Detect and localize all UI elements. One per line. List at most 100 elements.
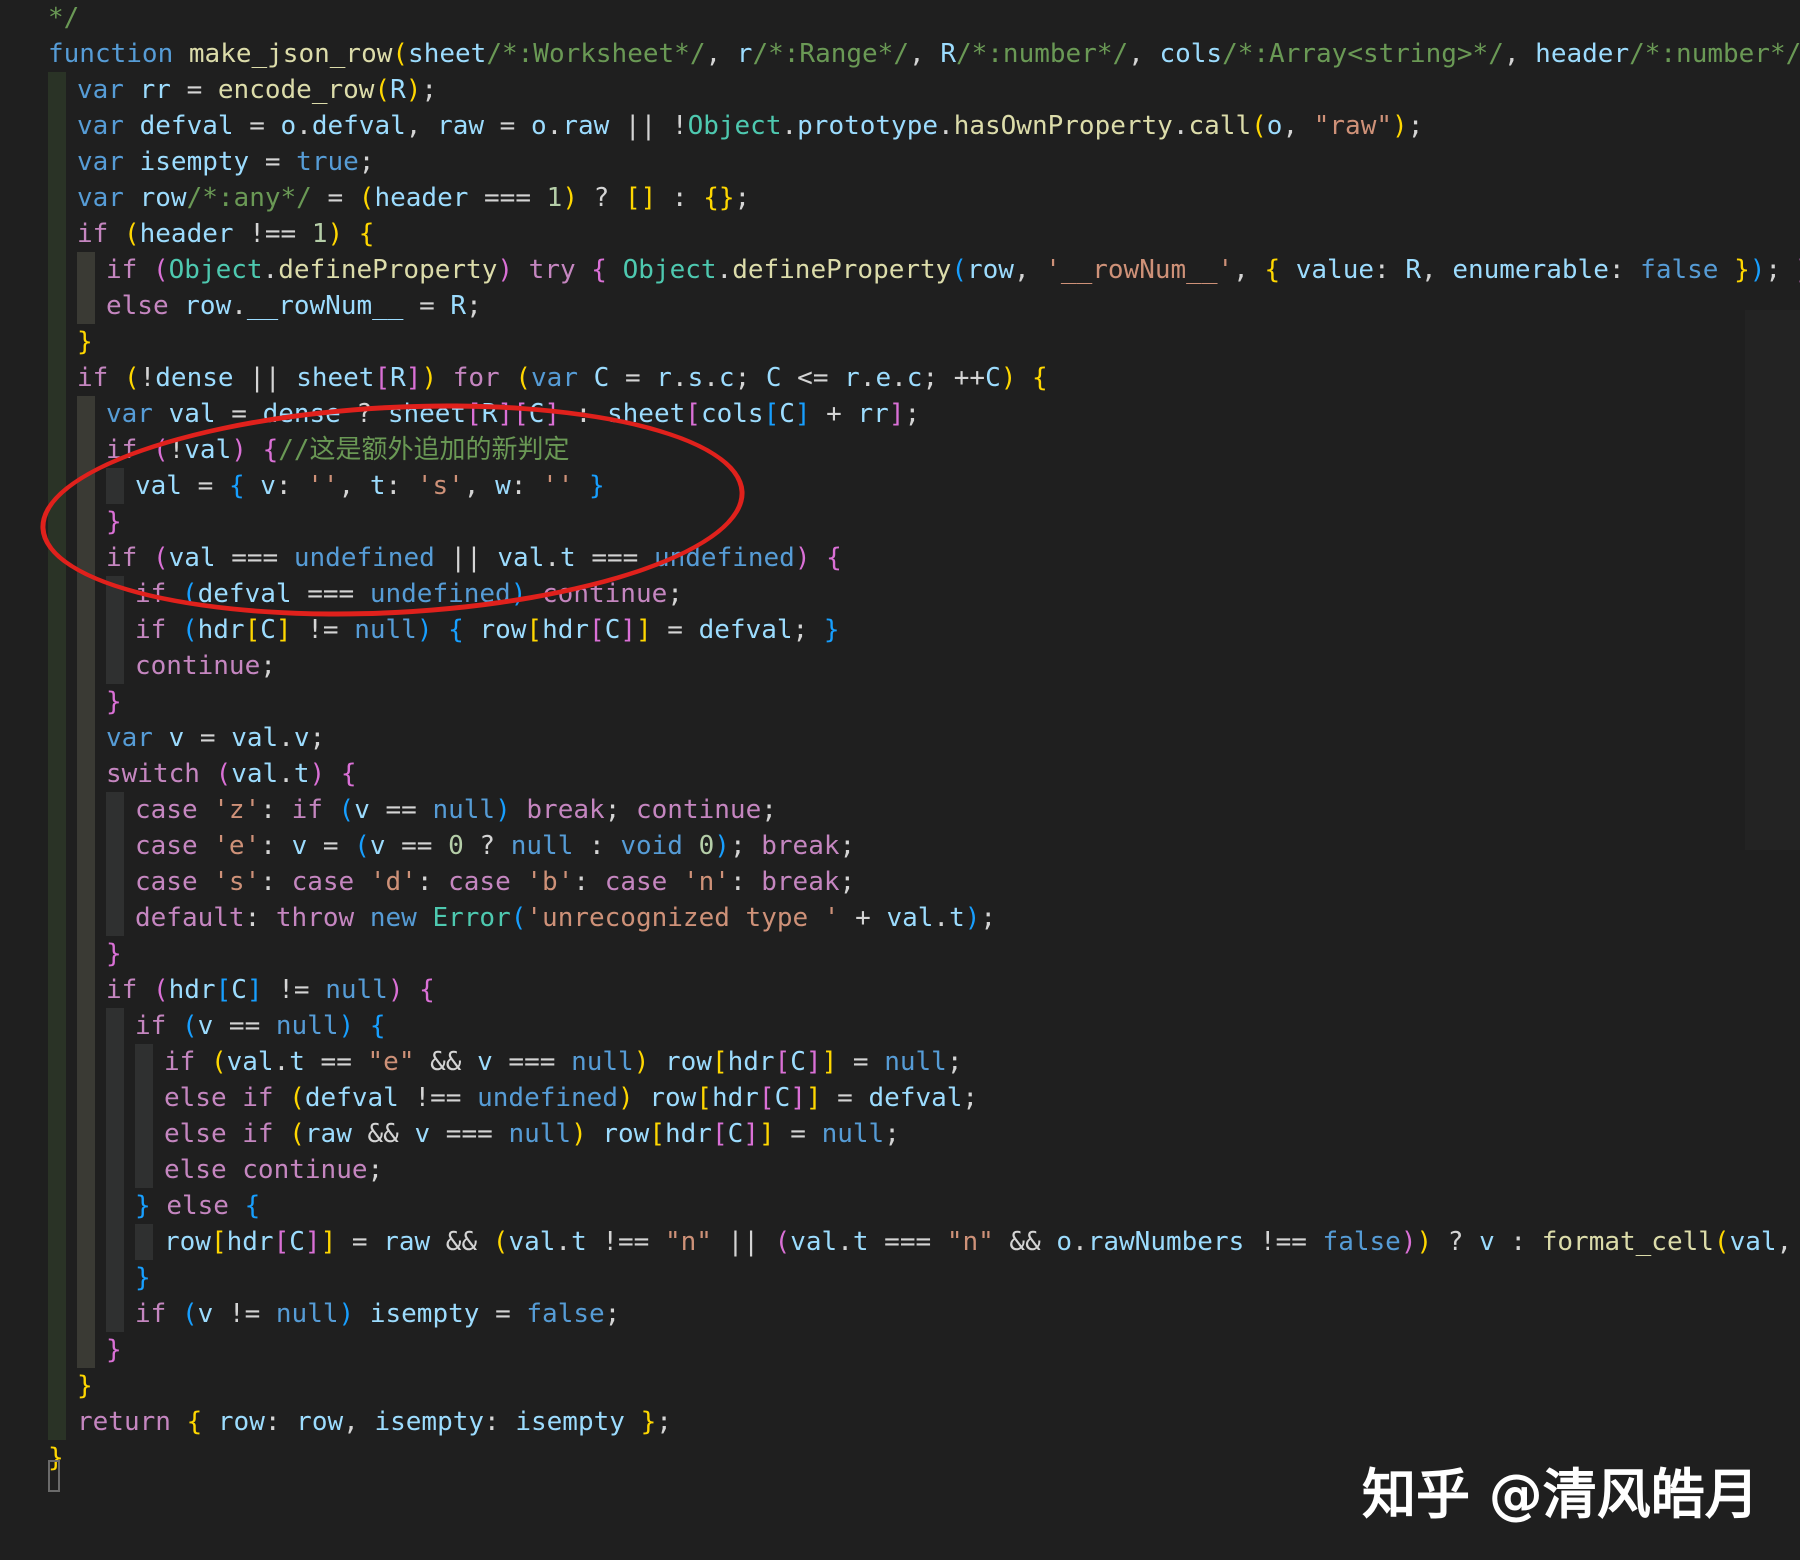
indent-guide (48, 1008, 66, 1044)
code-token: Object (622, 255, 717, 285)
code-token: != (291, 615, 355, 645)
code-token: ] (304, 1227, 321, 1257)
code-token: = (311, 183, 359, 213)
code-token: hasOwnProperty (953, 111, 1173, 141)
code-token: ] (805, 1047, 822, 1077)
indent-guide (77, 900, 95, 936)
code-token: null (275, 1011, 339, 1041)
code-token: [ (526, 615, 543, 645)
code-token: } (77, 327, 93, 357)
code-token: . (859, 363, 876, 393)
code-token: ) (794, 543, 811, 573)
indent-guide (48, 900, 66, 936)
code-text: case 'z': if (v == null) break; continue… (135, 792, 777, 828)
code-text: else row.__rowNum__ = R; (106, 288, 482, 324)
code-token: ] (636, 615, 652, 645)
code-token: C (289, 1227, 305, 1257)
code-token: var (106, 399, 153, 429)
code-token: v (197, 1011, 214, 1041)
code-token: ] (620, 615, 636, 645)
indent-guide (48, 972, 66, 1008)
code-token: <= (781, 363, 845, 393)
code-text: var row/*:any*/ = (header === 1) ? [] : … (77, 180, 750, 216)
code-token: o (531, 111, 547, 141)
code-token: v (1479, 1227, 1495, 1257)
indent-guide (48, 1044, 66, 1080)
code-area[interactable]: */function make_json_row(sheet/*:Workshe… (48, 0, 1800, 1560)
code-token: == (369, 795, 433, 825)
code-token: val (226, 1047, 274, 1077)
code-token: C (774, 1083, 791, 1113)
code-token: ( (358, 183, 375, 213)
code-token: ; (309, 723, 326, 753)
code-token: case (135, 867, 198, 897)
code-token: ( (289, 1083, 305, 1113)
indent-guide (135, 1152, 153, 1188)
code-token: case (135, 831, 198, 861)
code-token: t (852, 1227, 869, 1257)
code-token: 'e' (213, 831, 261, 861)
code-token: encode_row (217, 75, 375, 105)
code-token: val (508, 1227, 556, 1257)
code-token: } (640, 1407, 657, 1437)
indent-guide (77, 288, 95, 324)
code-token: /*:Range*/ (752, 39, 909, 69)
code-token: R (940, 39, 956, 69)
code-token: [ (273, 1227, 290, 1257)
code-token: R (390, 363, 406, 393)
code-token: if (135, 1299, 167, 1329)
code-token: ( (374, 75, 391, 105)
code-token: sheet (296, 363, 375, 393)
code-token: var (77, 75, 124, 105)
code-token: ; (1765, 255, 1797, 285)
code-token: row (164, 1227, 211, 1257)
code-token: + (839, 903, 887, 933)
indent-guide (48, 144, 66, 180)
code-token: ) (405, 75, 422, 105)
indent-guide (48, 1260, 66, 1296)
code-token: row (139, 183, 187, 213)
indent-guide (77, 684, 95, 720)
code-token: . (555, 1227, 572, 1257)
code-token: ( (515, 363, 532, 393)
code-token: ; (839, 831, 856, 861)
code-token: enumerable (1452, 255, 1609, 285)
indent-guide (48, 1404, 66, 1440)
code-token: ) (497, 255, 514, 285)
code-token: ) (1749, 255, 1766, 285)
code-token: if (77, 363, 109, 393)
code-token: ; ++ (922, 363, 986, 393)
code-token: ] (758, 1119, 775, 1149)
code-token: row (665, 1047, 712, 1077)
code-token: 1 (546, 183, 563, 213)
code-token: sheet (408, 39, 487, 69)
code-token: hdr (727, 1047, 775, 1077)
code-token: header (139, 219, 234, 249)
code-token: hdr (197, 615, 245, 645)
code-token: defineProperty (732, 255, 952, 285)
code-token: ] (794, 399, 811, 429)
code-token: o (280, 111, 297, 141)
code-token: ( (210, 1047, 227, 1077)
code-token: hdr (542, 615, 590, 645)
code-token: header (374, 183, 469, 213)
code-editor[interactable]: */function make_json_row(sheet/*:Workshe… (0, 0, 1800, 1560)
code-text: var rr = encode_row(R); (77, 72, 437, 108)
indent-guide (106, 864, 124, 900)
code-token: /*:number*/ (1629, 39, 1800, 69)
indent-guide (48, 1152, 66, 1188)
code-text: */ (48, 0, 79, 36)
code-text: } (106, 684, 122, 720)
indent-guide (106, 1080, 124, 1116)
code-text: continue; (135, 648, 276, 684)
